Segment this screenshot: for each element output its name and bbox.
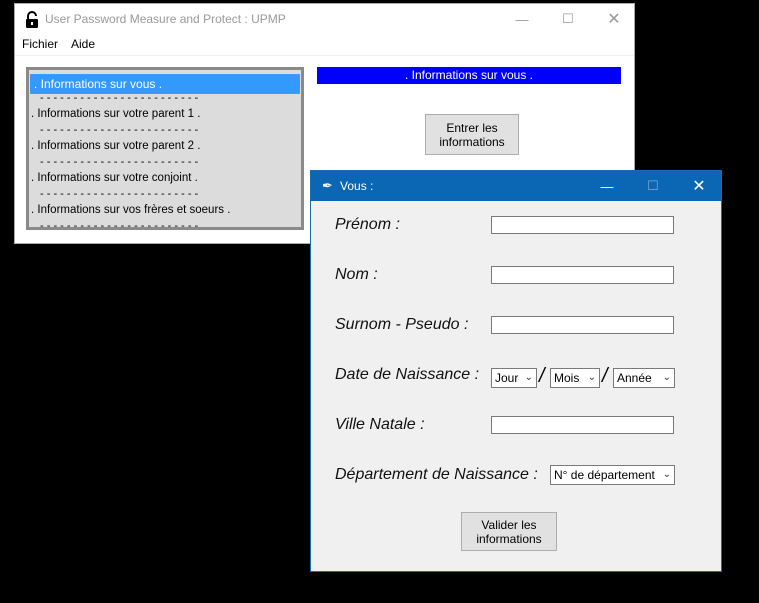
unlock-icon [26, 11, 38, 28]
info-category-list[interactable]: . Informations sur vous . - - - - - - - … [26, 67, 304, 230]
list-item[interactable]: . Informations sur votre parent 2 . [30, 138, 300, 154]
section-heading: . Informations sur vous . [317, 67, 621, 84]
surnom-input[interactable] [491, 316, 674, 334]
chevron-down-icon: ⌄ [524, 372, 533, 383]
dialog-maximize-button[interactable]: ☐ [630, 171, 676, 201]
dialog-minimize-button[interactable]: — [584, 171, 630, 201]
date-naissance-label: Date de Naissance : [335, 366, 480, 383]
month-select-value: Mois [554, 371, 580, 385]
vous-dialog: ✒ Vous : — ☐ ✕ Prénom : Nom : Surnom - P… [310, 170, 722, 572]
chevron-down-icon: ⌄ [662, 372, 671, 383]
dialog-titlebar[interactable]: ✒ Vous : — ☐ ✕ [311, 171, 721, 201]
list-item[interactable]: . Informations sur votre conjoint . [30, 170, 300, 186]
day-select[interactable]: Jour ⌄ [491, 368, 537, 388]
chevron-down-icon: ⌄ [662, 469, 671, 480]
year-select[interactable]: Année ⌄ [613, 368, 675, 388]
nom-label: Nom : [335, 266, 378, 283]
list-separator[interactable]: - - - - - - - - - - - - - - - - - - - - … [30, 90, 300, 106]
feather-icon: ✒ [322, 178, 333, 193]
maximize-button[interactable]: ☐ [545, 4, 591, 34]
enter-info-button[interactable]: Entrer les informations [425, 114, 519, 155]
menu-bar: Fichier Aide [15, 35, 634, 56]
date-separator: / [539, 365, 545, 387]
date-separator: / [602, 365, 608, 387]
main-titlebar[interactable]: User Password Measure and Protect : UPMP… [15, 4, 634, 34]
validate-info-button[interactable]: Valider les informations [461, 512, 557, 551]
list-separator[interactable]: - - - - - - - - - - - - - - - - - - - - … [30, 154, 300, 170]
dialog-title: Vous : [340, 179, 374, 193]
list-item[interactable]: . Informations sur vos frères et soeurs … [30, 202, 300, 218]
chevron-down-icon: ⌄ [587, 372, 596, 383]
menu-fichier[interactable]: Fichier [22, 37, 58, 51]
prenom-label: Prénom : [335, 216, 400, 233]
ville-natale-label: Ville Natale : [335, 416, 425, 433]
nom-input[interactable] [491, 266, 674, 284]
ville-natale-input[interactable] [491, 416, 674, 434]
prenom-input[interactable] [491, 216, 674, 234]
departement-select[interactable]: N° de département ⌄ [550, 465, 675, 485]
departement-select-value: N° de département [554, 468, 655, 482]
list-item[interactable]: . Informations sur votre parent 1 . [30, 106, 300, 122]
minimize-button[interactable]: — [499, 4, 545, 34]
close-button[interactable]: ✕ [591, 4, 637, 34]
dialog-close-button[interactable]: ✕ [676, 171, 722, 201]
departement-label: Département de Naissance : [335, 466, 538, 483]
menu-aide[interactable]: Aide [71, 37, 95, 51]
list-separator[interactable]: - - - - - - - - - - - - - - - - - - - - … [30, 122, 300, 138]
year-select-value: Année [617, 371, 652, 385]
window-title: User Password Measure and Protect : UPMP [45, 12, 286, 26]
list-separator[interactable]: - - - - - - - - - - - - - - - - - - - - … [30, 218, 300, 227]
day-select-value: Jour [495, 371, 519, 385]
surnom-label: Surnom - Pseudo : [335, 316, 469, 333]
list-separator[interactable]: - - - - - - - - - - - - - - - - - - - - … [30, 186, 300, 202]
month-select[interactable]: Mois ⌄ [550, 368, 600, 388]
